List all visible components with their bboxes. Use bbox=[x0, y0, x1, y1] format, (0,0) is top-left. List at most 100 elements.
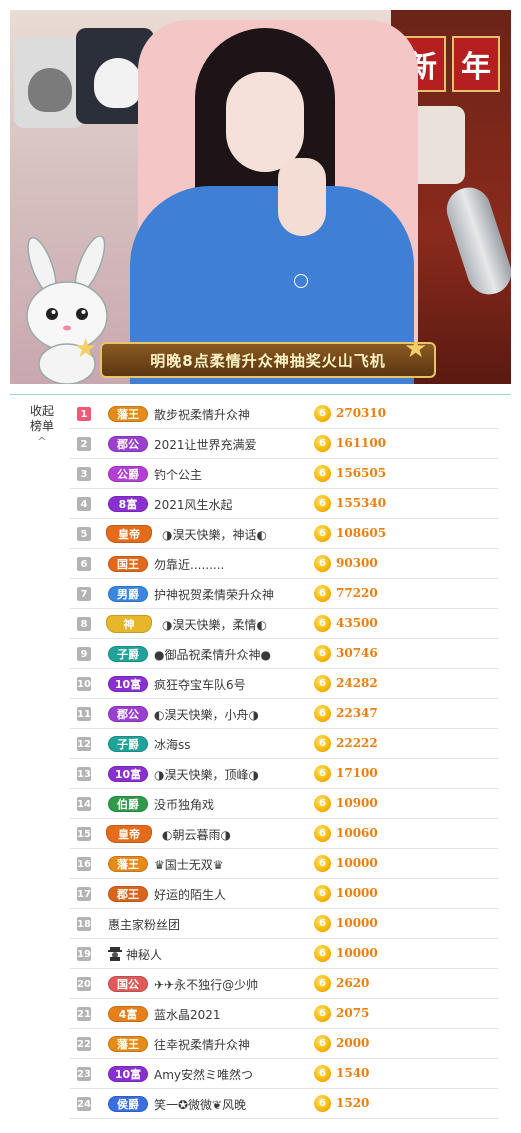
contribution-amount: 43500 bbox=[336, 616, 378, 630]
rank-badge: 郡王 bbox=[108, 886, 148, 902]
coin-icon: 6 bbox=[314, 735, 331, 752]
contribution-amount: 77220 bbox=[336, 586, 378, 600]
user-name[interactable]: 护神祝贺柔情荣升众神 bbox=[154, 586, 274, 603]
contribution-amount: 161100 bbox=[336, 436, 387, 450]
coin-icon: 6 bbox=[314, 705, 331, 722]
coin-icon: 6 bbox=[314, 585, 331, 602]
ranking-row[interactable]: 4 8富 2021风生水起 6 155340 bbox=[70, 489, 498, 519]
rank-badge: 10富 bbox=[108, 766, 148, 782]
banner-star-right-icon: ★ bbox=[404, 334, 428, 364]
rank-number: 9 bbox=[77, 647, 91, 661]
user-name[interactable]: 2021让世界充满爱 bbox=[154, 436, 257, 453]
contribution-amount: 155340 bbox=[336, 496, 387, 510]
rank-badge: 10富 bbox=[108, 1066, 148, 1082]
user-name[interactable]: ◑淏天快樂，顶峰◑ bbox=[154, 766, 259, 783]
contribution-amount: 22222 bbox=[336, 736, 378, 750]
ranking-row[interactable]: 18 惠主家粉丝团 6 10000 bbox=[70, 909, 498, 939]
rank-number: 16 bbox=[77, 857, 91, 871]
ranking-row[interactable]: 22 藩王 往幸祝柔情升众神 6 2000 bbox=[70, 1029, 498, 1059]
ranking-row[interactable]: 1 藩王 散步祝柔情升众神 6 270310 bbox=[70, 399, 498, 429]
rank-badge: 藩王 bbox=[108, 406, 148, 422]
coin-icon: 6 bbox=[314, 525, 331, 542]
panel-divider bbox=[10, 394, 511, 395]
ranking-row[interactable]: 24 侯爵 笑一✪微微❦风晚 6 1520 bbox=[70, 1089, 498, 1119]
ranking-row[interactable]: 15 皇帝 ◐朝云暮雨◑ 6 10060 bbox=[70, 819, 498, 849]
live-video-player[interactable]: 新 年 明晚8点柔情升众神抽奖火山飞机 bbox=[10, 10, 511, 384]
contribution-amount: 1540 bbox=[336, 1066, 370, 1080]
user-name[interactable]: 钓个公主 bbox=[154, 466, 202, 483]
user-name[interactable]: 冰海ss bbox=[154, 736, 191, 753]
coin-icon: 6 bbox=[314, 615, 331, 632]
rank-badge: 藩王 bbox=[108, 1036, 148, 1052]
rank-number: 3 bbox=[77, 467, 91, 481]
user-name[interactable]: ◐淏天快樂，小舟◑ bbox=[154, 706, 259, 723]
ranking-row[interactable]: 5 皇帝 ◑淏天快樂，神话◐ 6 108605 bbox=[70, 519, 498, 549]
user-name[interactable]: ✈✈永不独行@少帅 bbox=[154, 976, 258, 993]
collapse-ranking-button[interactable]: 收起 榜单 ^ bbox=[24, 404, 60, 449]
coin-icon: 6 bbox=[314, 1035, 331, 1052]
ranking-row[interactable]: 2 郡公 2021让世界充满爱 6 161100 bbox=[70, 429, 498, 459]
coin-icon: 6 bbox=[314, 645, 331, 662]
contribution-amount: 2000 bbox=[336, 1036, 370, 1050]
user-name[interactable]: 勿靠近......... bbox=[154, 556, 224, 573]
rank-number: 14 bbox=[77, 797, 91, 811]
rank-number: 6 bbox=[77, 557, 91, 571]
ranking-row[interactable]: 6 国王 勿靠近......... 6 90300 bbox=[70, 549, 498, 579]
user-name[interactable]: 惠主家粉丝团 bbox=[108, 916, 180, 933]
user-name[interactable]: ◐朝云暮雨◑ bbox=[162, 826, 231, 843]
contribution-amount: 10000 bbox=[336, 856, 378, 870]
user-name[interactable]: 往幸祝柔情升众神 bbox=[154, 1036, 250, 1053]
user-name[interactable]: 2021风生水起 bbox=[154, 496, 233, 513]
user-name[interactable]: 没币独角戏 bbox=[154, 796, 214, 813]
ranking-row[interactable]: 19 神秘人 6 10000 bbox=[70, 939, 498, 969]
coin-icon: 6 bbox=[314, 855, 331, 872]
rank-number: 22 bbox=[77, 1037, 91, 1051]
ranking-row[interactable]: 21 4富 蓝水晶2021 6 2075 bbox=[70, 999, 498, 1029]
contribution-amount: 30746 bbox=[336, 646, 378, 660]
contribution-amount: 1520 bbox=[336, 1096, 370, 1110]
streamer-face bbox=[226, 72, 304, 172]
contribution-amount: 10000 bbox=[336, 886, 378, 900]
rank-number: 23 bbox=[77, 1067, 91, 1081]
user-name[interactable]: ◑淏天快樂，柔情◐ bbox=[162, 616, 267, 633]
ranking-row[interactable]: 17 郡王 好运的陌生人 6 10000 bbox=[70, 879, 498, 909]
ranking-row[interactable]: 11 郡公 ◐淏天快樂，小舟◑ 6 22347 bbox=[70, 699, 498, 729]
coin-icon: 6 bbox=[314, 795, 331, 812]
rank-badge: 4富 bbox=[108, 1006, 148, 1022]
ranking-row[interactable]: 7 男爵 护神祝贺柔情荣升众神 6 77220 bbox=[70, 579, 498, 609]
user-name[interactable]: 笑一✪微微❦风晚 bbox=[154, 1096, 246, 1113]
user-name[interactable]: 神秘人 bbox=[126, 946, 162, 963]
contribution-amount: 2075 bbox=[336, 1006, 370, 1020]
user-name[interactable]: 疯狂夺宝车队6号 bbox=[154, 676, 246, 693]
promo-banner: 明晚8点柔情升众神抽奖火山飞机 bbox=[100, 342, 436, 378]
rank-badge: 藩王 bbox=[108, 856, 148, 872]
ranking-row[interactable]: 9 子爵 ●御品祝柔情升众神● 6 30746 bbox=[70, 639, 498, 669]
rank-number: 10 bbox=[77, 677, 91, 691]
contribution-amount: 10900 bbox=[336, 796, 378, 810]
user-name[interactable]: 蓝水晶2021 bbox=[154, 1006, 221, 1023]
coin-icon: 6 bbox=[314, 825, 331, 842]
caret-up-icon: ^ bbox=[37, 435, 47, 448]
contribution-amount: 2620 bbox=[336, 976, 370, 990]
ranking-row[interactable]: 16 藩王 ♛国士无双♛ 6 10000 bbox=[70, 849, 498, 879]
ranking-row[interactable]: 10 10富 疯狂夺宝车队6号 6 24282 bbox=[70, 669, 498, 699]
coin-icon: 6 bbox=[314, 975, 331, 992]
rank-number: 8 bbox=[77, 617, 91, 631]
user-name[interactable]: Amy安然ミ唯然つ bbox=[154, 1066, 253, 1083]
ranking-row[interactable]: 12 子爵 冰海ss 6 22222 bbox=[70, 729, 498, 759]
ranking-row[interactable]: 3 公爵 钓个公主 6 156505 bbox=[70, 459, 498, 489]
contribution-amount: 156505 bbox=[336, 466, 387, 480]
user-name[interactable]: ♛国士无双♛ bbox=[154, 856, 224, 873]
ranking-row[interactable]: 13 10富 ◑淏天快樂，顶峰◑ 6 17100 bbox=[70, 759, 498, 789]
ranking-row[interactable]: 14 伯爵 没币独角戏 6 10900 bbox=[70, 789, 498, 819]
user-name[interactable]: ●御品祝柔情升众神● bbox=[154, 646, 271, 663]
rank-badge: 国王 bbox=[108, 556, 148, 572]
user-name[interactable]: 散步祝柔情升众神 bbox=[154, 406, 250, 423]
user-name[interactable]: ◑淏天快樂，神话◐ bbox=[162, 526, 267, 543]
ranking-row[interactable]: 20 国公 ✈✈永不独行@少帅 6 2620 bbox=[70, 969, 498, 999]
user-name[interactable]: 好运的陌生人 bbox=[154, 886, 226, 903]
ranking-row[interactable]: 23 10富 Amy安然ミ唯然つ 6 1540 bbox=[70, 1059, 498, 1089]
rank-badge: 10富 bbox=[108, 676, 148, 692]
banner-star-left-icon: ★ bbox=[74, 334, 98, 364]
ranking-row[interactable]: 8 神 ◑淏天快樂，柔情◐ 6 43500 bbox=[70, 609, 498, 639]
